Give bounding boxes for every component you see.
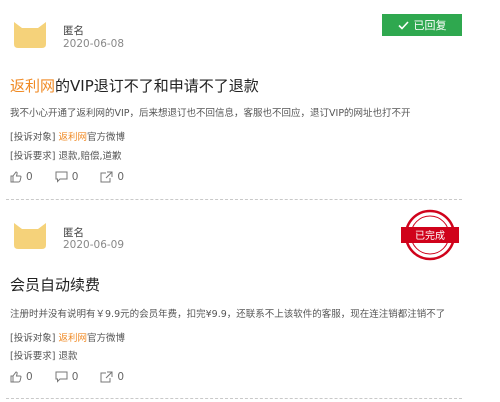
target-brand-link[interactable]: 返利网 xyxy=(58,333,87,344)
like-button[interactable]: 0 xyxy=(10,371,33,383)
comment-icon xyxy=(55,371,68,383)
target-label: [投诉对象] xyxy=(10,333,56,344)
like-count: 0 xyxy=(26,371,33,383)
demand-value: 退款 xyxy=(58,351,78,362)
cat-avatar-icon xyxy=(14,223,46,249)
complaint-title[interactable]: 会员自动续费 xyxy=(10,274,100,295)
title-text: 会员自动续费 xyxy=(10,276,101,294)
complaint-demand: [投诉要求] 退款 xyxy=(10,348,77,362)
complaint-description: 注册时并没有说明有￥9.9元的会员年费，扣完¥9.9，还联系不上该软件的客服，现… xyxy=(10,309,446,320)
action-bar: 0 0 0 xyxy=(10,371,146,383)
divider xyxy=(6,398,462,399)
thumbs-up-icon xyxy=(10,371,22,383)
share-count: 0 xyxy=(117,371,125,383)
stamp-text: 已完成 xyxy=(415,229,445,242)
completed-stamp-icon: 已完成 xyxy=(401,209,459,261)
target-rest: 官方微博 xyxy=(86,333,125,344)
complaint-card[interactable]: 匿名 2020-06-09 已完成 会员自动续费 注册时并没有说明有￥9.9元的… xyxy=(0,0,468,383)
post-date: 2020-06-09 xyxy=(63,239,125,251)
comment-button[interactable]: 0 xyxy=(55,371,79,383)
comment-count: 0 xyxy=(71,371,79,383)
share-button[interactable]: 0 xyxy=(100,371,124,383)
demand-label: [投诉要求] xyxy=(10,351,56,362)
share-icon xyxy=(100,371,113,383)
complaint-target: [投诉对象] 返利网官方微博 xyxy=(10,330,125,344)
user-name: 匿名 xyxy=(63,227,84,239)
